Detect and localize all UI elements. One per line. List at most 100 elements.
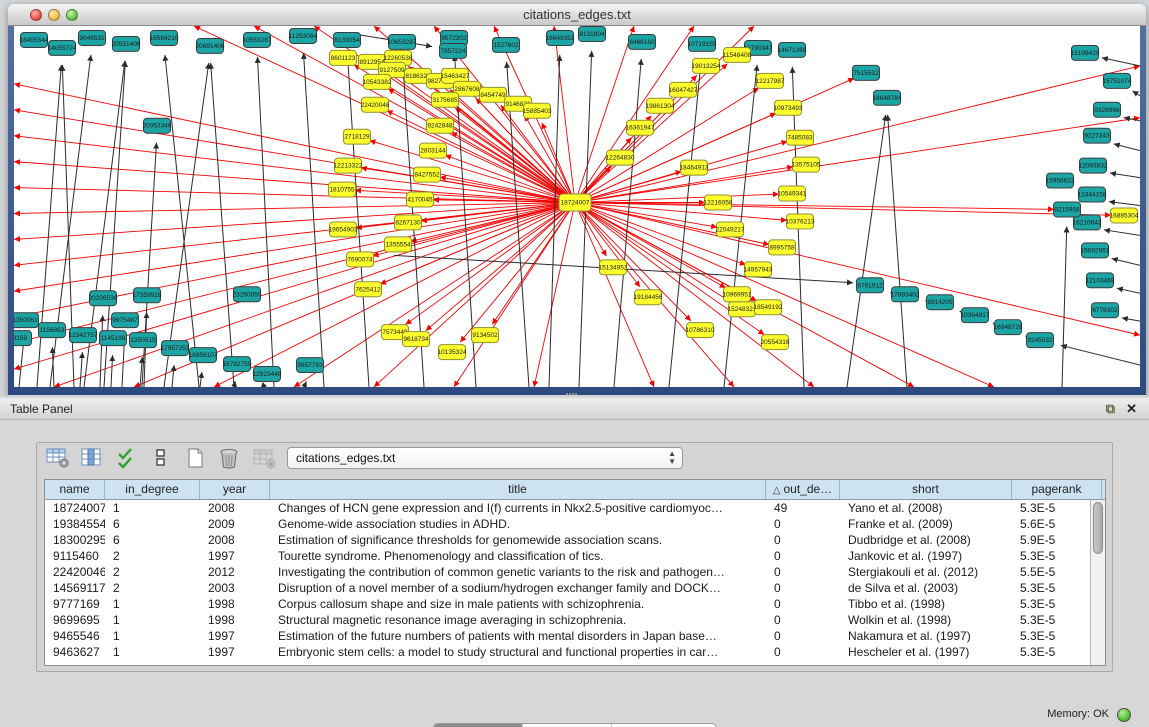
graph-node-teal[interactable]: 7515532: [853, 65, 880, 80]
table-row[interactable]: 1872400712008Changes of HCN gene express…: [45, 500, 1090, 516]
graph-node-yellow[interactable]: 10549341: [778, 186, 807, 201]
graph-node-yellow[interactable]: 7485083: [787, 130, 814, 145]
graph-node-yellow[interactable]: 12216058: [704, 195, 733, 210]
graph-node-yellow[interactable]: 15134952: [599, 260, 628, 275]
table-row[interactable]: 1456911722003Disruption of a novel membe…: [45, 580, 1090, 596]
graph-node-yellow[interactable]: 18724007: [559, 194, 591, 211]
graph-node-yellow[interactable]: 22420046: [361, 97, 390, 112]
graph-node-teal[interactable]: 17359928: [133, 288, 162, 303]
graph-node-yellow[interactable]: 16361947: [626, 120, 655, 135]
graph-node-yellow[interactable]: 18549192: [754, 300, 783, 315]
create-table-icon[interactable]: [183, 447, 209, 471]
graph-node-teal[interactable]: 8914205: [927, 295, 954, 310]
window-titlebar[interactable]: citations_edges.txt: [8, 4, 1146, 26]
graph-node-yellow[interactable]: 12217987: [756, 73, 785, 88]
graph-node-yellow[interactable]: 8267130: [395, 215, 422, 230]
graph-node-teal[interactable]: 16584210: [150, 30, 179, 45]
graph-node-yellow[interactable]: 10376213: [786, 214, 815, 229]
row-height-icon[interactable]: [148, 447, 174, 471]
graph-node-teal[interactable]: 39159: [14, 331, 32, 346]
graph-node-teal[interactable]: 17893402: [891, 287, 920, 302]
graph-node-teal[interactable]: 1350061: [14, 313, 39, 328]
graph-node-teal[interactable]: 6778302: [1092, 303, 1119, 318]
graph-node-yellow[interactable]: 7690074: [347, 252, 374, 267]
graph-node-teal[interactable]: 1350515: [130, 333, 157, 348]
graph-node-teal[interactable]: 1145198: [100, 331, 127, 346]
graph-node-teal[interactable]: 7957224: [440, 43, 467, 58]
table-row[interactable]: 1938455462009Genome-wide association stu…: [45, 516, 1090, 532]
graph-node-teal[interactable]: 16782759: [223, 357, 252, 372]
graph-node-yellow[interactable]: 19184456: [634, 290, 663, 305]
graph-node-yellow[interactable]: 10135324: [438, 345, 467, 360]
graph-node-teal[interactable]: 23260050: [233, 287, 262, 302]
graph-node-yellow[interactable]: 10973493: [774, 100, 803, 115]
graph-node-yellow[interactable]: 12264830: [606, 150, 635, 165]
graph-node-teal[interactable]: 9227343: [1084, 128, 1111, 143]
column-header-name[interactable]: name: [45, 480, 105, 499]
column-header-title[interactable]: title: [270, 480, 766, 499]
graph-node-yellow[interactable]: 7625412: [355, 282, 382, 297]
graph-node-yellow[interactable]: 2718129: [344, 129, 371, 144]
graph-node-yellow[interactable]: 18464913: [680, 160, 709, 175]
graph-node-teal[interactable]: 20053346: [143, 118, 172, 133]
graph-node-yellow[interactable]: 19013254: [692, 58, 721, 73]
graph-node-yellow[interactable]: 12213322: [334, 158, 363, 173]
graph-node-yellow[interactable]: 22049217: [716, 222, 745, 237]
graph-node-yellow[interactable]: 8995758: [769, 240, 796, 255]
column-header-out_de[interactable]: △out_de…: [766, 480, 840, 499]
table-row[interactable]: 946554611997Estimation of the future num…: [45, 628, 1090, 644]
close-panel-icon[interactable]: ✕: [1126, 401, 1137, 417]
vertical-scrollbar[interactable]: [1090, 500, 1105, 665]
graph-node-yellow[interactable]: 9242848: [427, 118, 454, 133]
graph-node-yellow[interactable]: 15248321: [728, 302, 757, 317]
graph-node-teal[interactable]: 18405544: [20, 32, 49, 47]
memory-status-indicator[interactable]: [1117, 708, 1131, 722]
graph-node-yellow[interactable]: 8427552: [414, 167, 441, 182]
network-canvas[interactable]: 1840554414055724904653120531406165842102…: [14, 26, 1140, 387]
table-row[interactable]: 946362711997Embryonic stem cells: a mode…: [45, 644, 1090, 660]
graph-node-teal[interactable]: 8133054: [334, 32, 361, 47]
graph-node-yellow[interactable]: 9618734: [403, 332, 430, 347]
graph-node-teal[interactable]: 1156863: [39, 323, 66, 338]
select-columns-icon[interactable]: [114, 447, 140, 471]
graph-node-teal[interactable]: 16648784: [873, 90, 902, 105]
graph-node-yellow[interactable]: 9134502: [472, 328, 499, 343]
graph-node-teal[interactable]: 20691406: [196, 38, 225, 53]
graph-node-teal[interactable]: 20531406: [112, 36, 141, 51]
graph-node-teal[interactable]: 10653287: [388, 34, 417, 49]
graph-node-teal[interactable]: 17957253: [161, 341, 190, 356]
graph-node-teal[interactable]: 14671368: [778, 42, 807, 57]
graph-node-yellow[interactable]: 8601123: [330, 50, 357, 65]
column-header-short[interactable]: short: [840, 480, 1012, 499]
graph-node-teal[interactable]: 9857793: [297, 358, 324, 373]
graph-node-teal[interactable]: 9975487: [112, 313, 139, 328]
graph-node-yellow[interactable]: 2803144: [420, 143, 447, 158]
delete-table-icon[interactable]: [217, 447, 243, 471]
graph-node-teal[interactable]: 16649351: [546, 30, 575, 45]
graph-node-yellow[interactable]: 1810755: [329, 182, 356, 197]
graph-node-yellow[interactable]: 16047427: [669, 82, 698, 97]
graph-node-teal[interactable]: 12093832: [1079, 158, 1108, 173]
graph-node-teal[interactable]: 20206536: [89, 291, 118, 306]
graph-node-yellow[interactable]: 3175685: [432, 92, 459, 107]
graph-node-yellow[interactable]: 10543382: [363, 74, 392, 89]
graph-node-teal[interactable]: 10553287: [243, 32, 272, 47]
graph-node-teal[interactable]: 12444158: [1078, 187, 1107, 202]
graph-node-yellow[interactable]: 11548408: [723, 47, 752, 62]
graph-node-teal[interactable]: 8131804: [579, 26, 606, 41]
graph-node-teal[interactable]: 15692951: [1081, 243, 1110, 258]
table-row[interactable]: 2242004622012Investigating the contribut…: [45, 564, 1090, 580]
table-row[interactable]: 911546021997Tourette syndrome. Phenomeno…: [45, 548, 1090, 564]
table-selector-dropdown[interactable]: citations_edges.txt ▲▼: [287, 447, 683, 469]
scrollbar-thumb[interactable]: [1093, 502, 1103, 554]
graph-node-teal[interactable]: 11253064: [289, 28, 318, 43]
graph-node-teal[interactable]: 8215958: [1054, 202, 1081, 217]
graph-node-teal[interactable]: 9329966: [1094, 102, 1121, 117]
table-settings-icon[interactable]: [45, 447, 71, 471]
column-header-pagerank[interactable]: pagerank: [1012, 480, 1102, 499]
graph-node-yellow[interactable]: 8454749: [480, 87, 507, 102]
table-row[interactable]: 1830029562008Estimation of significance …: [45, 532, 1090, 548]
graph-node-yellow[interactable]: 4170045: [407, 192, 434, 207]
graph-node-teal[interactable]: 14055724: [48, 40, 77, 55]
graph-node-yellow[interactable]: 16885304: [1110, 208, 1139, 223]
